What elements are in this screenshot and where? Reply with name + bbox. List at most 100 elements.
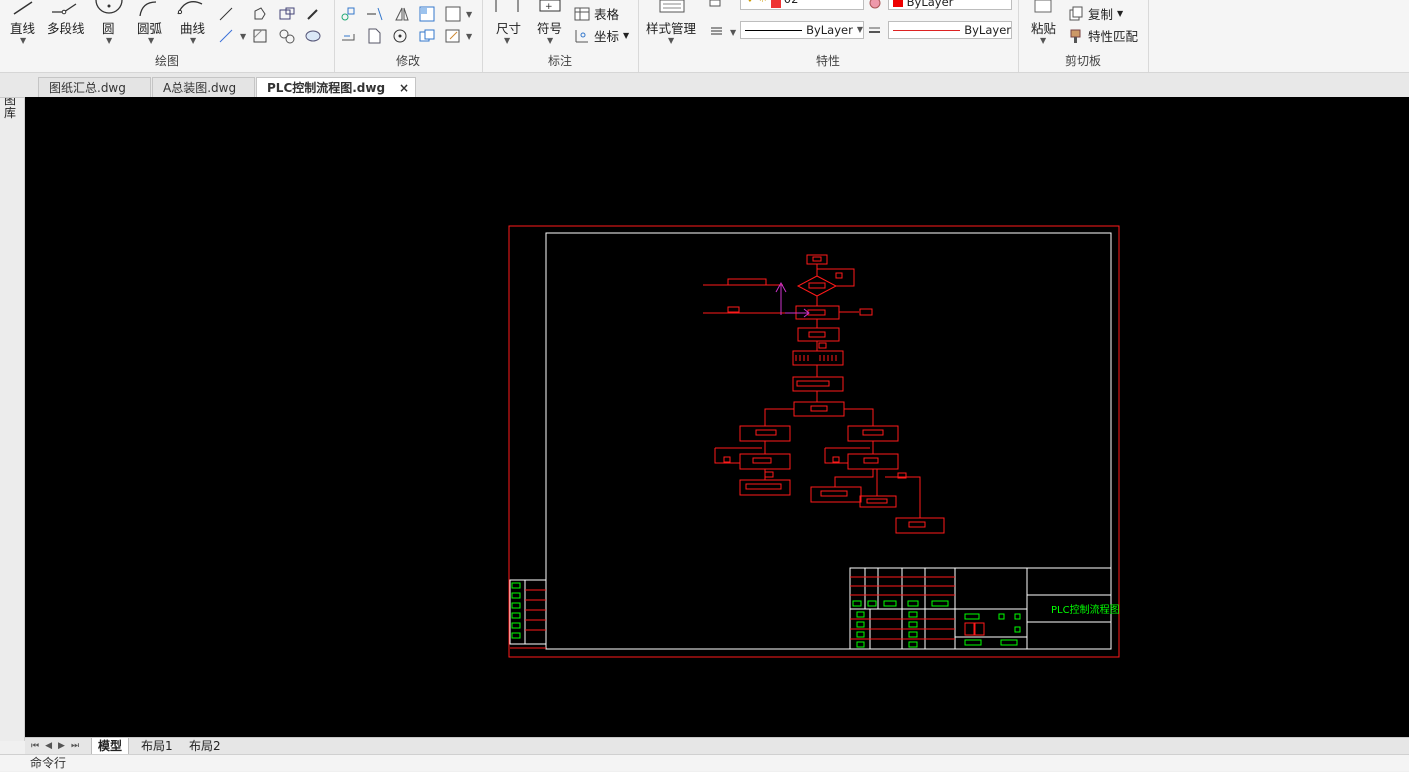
layer-manager-icon[interactable] (708, 0, 724, 8)
linetype-value: ByLayer (806, 23, 853, 37)
arc-icon (139, 1, 157, 16)
color-value: ByLayer (906, 0, 954, 9)
annotate-group-label: 标注 (547, 54, 572, 68)
tab-layout1[interactable]: 布局1 (135, 738, 179, 754)
stretch-icon[interactable] (340, 28, 358, 44)
tab-drawing-summary[interactable]: 图纸汇总.dwg (38, 77, 151, 97)
chevron-down-icon[interactable]: ▼ (547, 36, 553, 45)
svg-text:+: + (545, 2, 553, 12)
move-icon[interactable] (340, 6, 356, 22)
construction-line-icon[interactable] (218, 28, 234, 44)
tab-plc-flowchart[interactable]: PLC控制流程图.dwg × (256, 77, 416, 97)
chevron-down-icon[interactable]: ▼ (623, 31, 629, 40)
color-combo[interactable]: ByLayer (888, 0, 1012, 10)
chevron-down-icon[interactable]: ▼ (1040, 36, 1046, 45)
paste-icon (1034, 0, 1052, 13)
close-icon[interactable]: × (399, 78, 409, 98)
paste-button[interactable]: 粘贴 (1031, 18, 1056, 37)
layout-nav-arrows[interactable]: ⏮◀▶⏭ (25, 738, 91, 754)
arc-button[interactable]: 圆弧 (137, 18, 162, 37)
match-properties-button[interactable]: 特性匹配 (1068, 26, 1138, 45)
lineweight-value: ByLayer (964, 23, 1011, 37)
modify-group: ▼ ▼ 修改 (334, 0, 483, 72)
linetype-preview (745, 29, 803, 31)
chevron-down-icon[interactable]: ▼ (20, 36, 26, 45)
symbol-button[interactable]: 符号 (537, 18, 562, 37)
table-icon (574, 7, 590, 20)
line-icon (13, 1, 33, 15)
curve-button[interactable]: 曲线 (180, 18, 205, 37)
properties-group-label: 特性 (815, 54, 840, 68)
symbol-icon: + (539, 0, 561, 12)
edit-icon[interactable] (444, 28, 462, 44)
linetype-combo[interactable]: ByLayer ▼ (740, 21, 864, 39)
layout-tab-bar: ⏮◀▶⏭ 模型 布局1 布局2 (25, 737, 1409, 755)
copy-label: 复制 (1088, 7, 1114, 22)
chevron-down-icon[interactable]: ▼ (730, 28, 736, 37)
lightbulb-icon: ♦ (745, 0, 755, 8)
style-manager-button[interactable]: 样式管理 (646, 18, 696, 37)
layer-value: 02 (784, 0, 799, 8)
style-manager-icon (659, 0, 685, 13)
dimension-button[interactable]: 尺寸 (496, 18, 521, 37)
curve-icon (177, 1, 203, 15)
point-icon[interactable] (306, 6, 320, 22)
ray-icon[interactable] (218, 6, 234, 22)
chevron-down-icon[interactable]: ▼ (106, 36, 112, 45)
mirror-icon[interactable] (394, 6, 410, 22)
region-icon[interactable] (252, 6, 268, 22)
tab-assembly[interactable]: A总装图.dwg (152, 77, 255, 97)
rotate-icon[interactable] (392, 28, 408, 44)
command-line[interactable]: 命令行 (0, 754, 1409, 771)
coordinate-button[interactable]: 坐标 ▼ (574, 26, 629, 45)
layer-color-swatch (770, 0, 781, 8)
lineweight-combo[interactable]: ByLayer (888, 21, 1012, 39)
color-swatch (893, 0, 903, 7)
tab-model[interactable]: 模型 (91, 738, 130, 755)
line-button[interactable]: 直线 (10, 18, 35, 37)
revision-strip (509, 579, 547, 649)
sun-icon: ☼ (758, 0, 768, 8)
flowchart-annotation (775, 281, 810, 318)
linetype-icon[interactable] (710, 25, 724, 37)
copy-icon (1069, 6, 1083, 20)
tab-layout2[interactable]: 布局2 (183, 738, 227, 754)
layer-combo[interactable]: ♦ ☼ 02 (740, 0, 864, 10)
circle-button[interactable]: 圆 (102, 18, 115, 37)
command-line-label: 命令行 (30, 756, 67, 770)
group-icon[interactable] (278, 28, 296, 44)
coordinate-label: 坐标 (594, 29, 620, 44)
table-button[interactable]: 表格 (574, 4, 619, 23)
chevron-down-icon[interactable]: ▼ (668, 36, 674, 45)
coordinate-icon (575, 29, 588, 42)
chevron-down-icon[interactable]: ▼ (240, 32, 246, 41)
color-wheel-icon[interactable] (868, 0, 882, 10)
lineweight-icon[interactable] (868, 25, 882, 37)
document-tab-bar: 图纸汇总.dwg A总装图.dwg PLC控制流程图.dwg × (0, 73, 1409, 98)
clipboard-group: 粘贴 ▼ 复制 ▼ 特性匹配 剪切板 (1018, 0, 1149, 72)
chevron-down-icon[interactable]: ▼ (466, 10, 472, 19)
chevron-down-icon: ▼ (1117, 9, 1124, 18)
drawing-svg[interactable]: PLC控制流程图 (25, 97, 1409, 737)
chevron-down-icon[interactable]: ▼ (466, 32, 472, 41)
select-icon[interactable] (444, 5, 462, 23)
block-icon[interactable] (278, 6, 296, 22)
drawing-canvas[interactable]: PLC控制流程图 (25, 97, 1409, 737)
cloud-icon[interactable] (304, 28, 322, 44)
title-block-drawing-name: PLC控制流程图 (1051, 603, 1120, 616)
document-icon[interactable] (366, 27, 382, 45)
match-properties-icon (1070, 29, 1081, 43)
chevron-down-icon[interactable]: ▼ (504, 36, 510, 45)
chevron-down-icon[interactable]: ▼ (190, 36, 196, 45)
rectangle-icon[interactable] (418, 5, 436, 23)
table-label: 表格 (594, 7, 620, 22)
hatch-icon[interactable] (252, 28, 268, 44)
properties-group: 样式管理 ▼ ♦ ☼ 02 ByLayer ▼ ByLayer ▼ ByLaye… (638, 0, 1019, 72)
annotate-group: 尺寸 ▼ + 符号 ▼ 表格 坐标 ▼ 标注 (482, 0, 639, 72)
side-panel: ⎗ 图库 (0, 73, 25, 741)
copy-objects-icon[interactable] (418, 28, 436, 44)
chevron-down-icon[interactable]: ▼ (148, 36, 154, 45)
trim-icon[interactable] (366, 6, 384, 22)
polyline-button[interactable]: 多段线 (47, 18, 85, 37)
copy-button[interactable]: 复制 ▼ (1068, 4, 1123, 23)
